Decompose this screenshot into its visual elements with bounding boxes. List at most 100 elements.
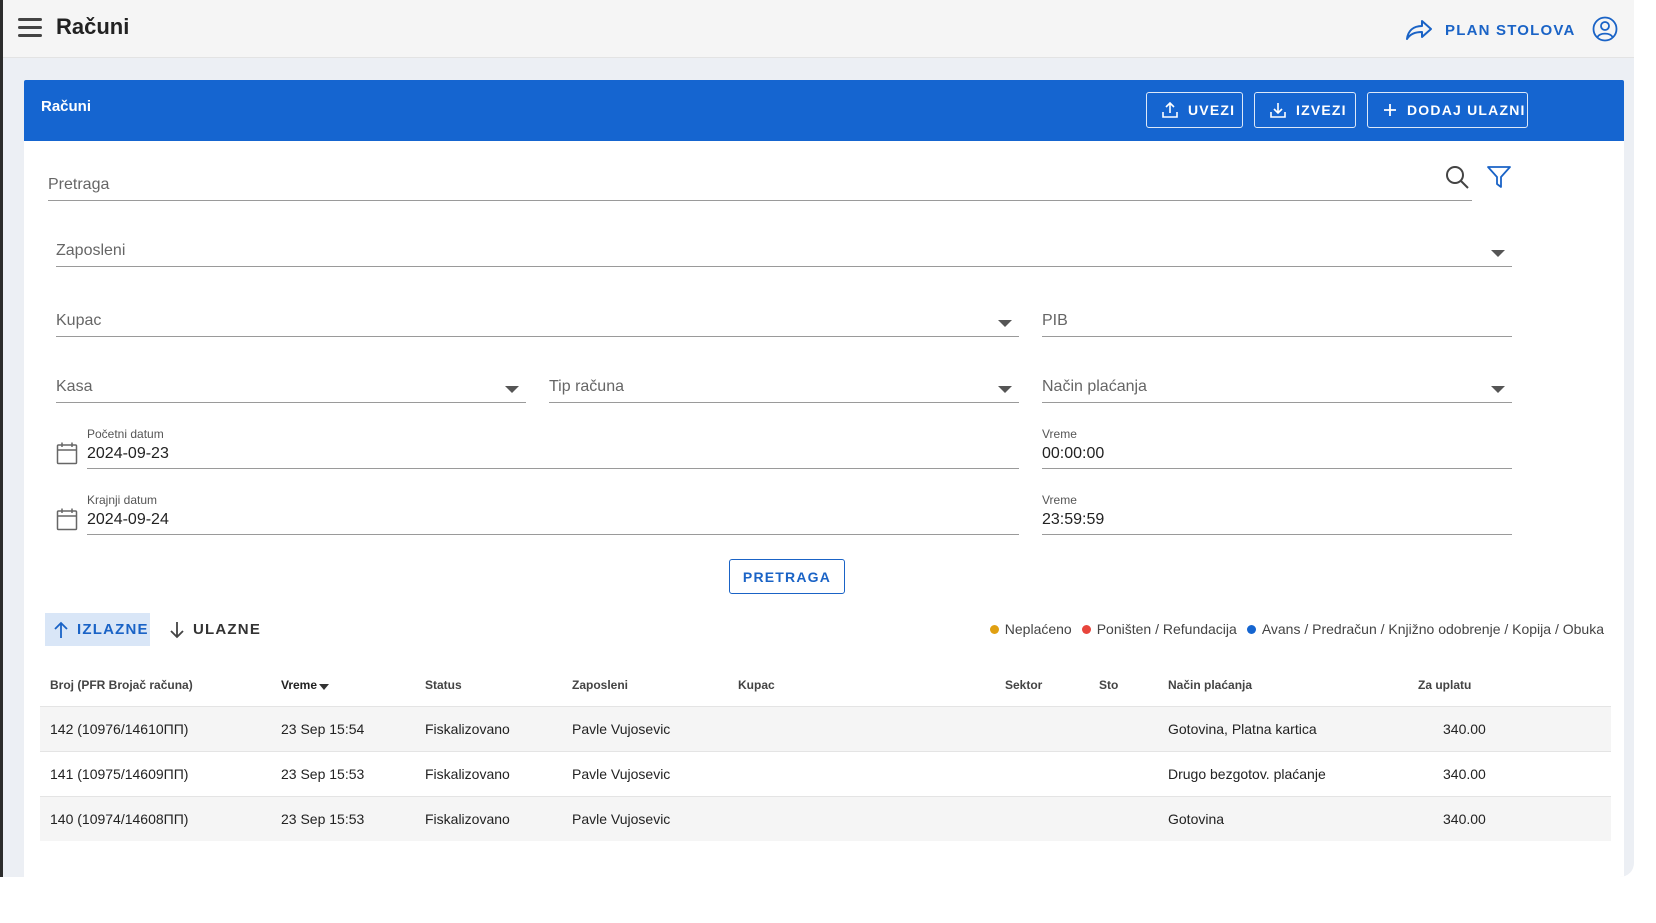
- invoices-card: Računi UVEZI IZVEZI DODAJ ULAZNI Pretrag…: [24, 80, 1624, 877]
- payment-method-underline: [1042, 402, 1512, 403]
- start-date-label: Početni datum: [87, 427, 164, 441]
- register-select[interactable]: Kasa: [56, 378, 92, 396]
- legend-item-cancelled: Poništen / Refundacija: [1081, 621, 1237, 637]
- start-time-label: Vreme: [1042, 427, 1077, 441]
- customer-underline: [56, 336, 1019, 337]
- tab-outgoing[interactable]: IZLAZNE: [45, 613, 150, 646]
- calendar-icon[interactable]: [56, 507, 78, 531]
- start-date-underline: [87, 468, 1019, 469]
- menu-icon[interactable]: [18, 18, 42, 40]
- filter-icon[interactable]: [1486, 164, 1512, 190]
- import-button[interactable]: UVEZI: [1146, 92, 1243, 128]
- invoice-type-underline: [549, 402, 1019, 403]
- download-icon: [1270, 103, 1286, 118]
- customer-dropdown-icon[interactable]: [998, 320, 1012, 327]
- cell-amount: 340.00: [1443, 811, 1486, 827]
- search-icon[interactable]: [1444, 164, 1470, 190]
- cell-employee: Pavle Vujosevic: [572, 811, 671, 827]
- column-header-table[interactable]: Sto: [1099, 678, 1118, 692]
- cell-payment: Drugo bezgotov. plaćanje: [1168, 766, 1326, 782]
- plan-stolova-button[interactable]: PLAN STOLOVA: [1405, 15, 1576, 45]
- legend-label: Avans / Predračun / Knjižno odobrenje / …: [1261, 621, 1604, 637]
- column-header-status[interactable]: Status: [425, 678, 462, 692]
- start-date-input[interactable]: 2024-09-23: [87, 445, 169, 463]
- pib-underline: [1042, 336, 1512, 337]
- pib-input[interactable]: PIB: [1042, 312, 1068, 330]
- register-underline: [56, 402, 526, 403]
- cell-payment: Gotovina, Platna kartica: [1168, 721, 1317, 737]
- legend-label: Neplaćeno: [1004, 621, 1072, 637]
- column-header-amount[interactable]: Za uplatu: [1418, 678, 1471, 692]
- app-window: Računi PLAN STOLOVA Računi UVEZI IZVEZI …: [0, 0, 1634, 877]
- card-title: Računi: [41, 98, 92, 115]
- cell-time: 23 Sep 15:53: [281, 766, 365, 782]
- column-header-time-label: Vreme: [281, 678, 318, 692]
- end-date-label: Krajnji datum: [87, 493, 158, 507]
- employee-underline: [56, 266, 1512, 267]
- arrow-up-icon: [54, 621, 68, 638]
- legend-dot: [989, 624, 999, 634]
- status-legend: Neplaćeno Poništen / Refundacija Avans /…: [980, 621, 1604, 637]
- add-incoming-button[interactable]: DODAJ ULAZNI: [1367, 92, 1528, 128]
- cell-number: 141 (10975/14609ПП): [50, 766, 189, 782]
- plan-stolova-label: PLAN STOLOVA: [1445, 21, 1576, 39]
- end-time-input[interactable]: 23:59:59: [1042, 511, 1104, 529]
- employee-dropdown-icon[interactable]: [1491, 250, 1505, 257]
- employee-select[interactable]: Zaposleni: [56, 242, 125, 260]
- cell-number: 140 (10974/14608ПП): [50, 811, 189, 827]
- table-row[interactable]: 142 (10976/14610ПП) 23 Sep 15:54 Fiskali…: [40, 706, 1611, 751]
- start-time-underline: [1042, 468, 1512, 469]
- cell-status: Fiskalizovano: [425, 811, 510, 827]
- add-incoming-label: DODAJ ULAZNI: [1407, 102, 1526, 118]
- cell-employee: Pavle Vujosevic: [572, 721, 671, 737]
- page-title: Računi: [56, 14, 130, 39]
- arrow-down-icon: [170, 621, 184, 638]
- cell-time: 23 Sep 15:53: [281, 811, 365, 827]
- payment-method-dropdown-icon[interactable]: [1491, 386, 1505, 393]
- legend-dot: [1246, 624, 1256, 634]
- legend-item-advance: Avans / Predračun / Knjižno odobrenje / …: [1246, 621, 1604, 637]
- cell-employee: Pavle Vujosevic: [572, 766, 671, 782]
- register-dropdown-icon[interactable]: [505, 386, 519, 393]
- sort-desc-icon: [319, 684, 330, 690]
- card-header: Računi UVEZI IZVEZI DODAJ ULAZNI: [24, 80, 1624, 141]
- export-label: IZVEZI: [1296, 102, 1347, 118]
- column-header-sector[interactable]: Sektor: [1005, 678, 1042, 692]
- legend-label: Poništen / Refundacija: [1096, 621, 1237, 637]
- invoice-type-select[interactable]: Tip računa: [549, 378, 624, 396]
- invoice-type-dropdown-icon[interactable]: [998, 386, 1012, 393]
- calendar-icon[interactable]: [56, 441, 78, 465]
- cell-time: 23 Sep 15:54: [281, 721, 365, 737]
- end-time-label: Vreme: [1042, 493, 1077, 507]
- column-header-employee[interactable]: Zaposleni: [572, 678, 628, 692]
- search-underline: [48, 200, 1472, 201]
- table-row[interactable]: 141 (10975/14609ПП) 23 Sep 15:53 Fiskali…: [40, 751, 1611, 796]
- end-date-underline: [87, 534, 1019, 535]
- end-date-input[interactable]: 2024-09-24: [87, 511, 169, 529]
- account-icon[interactable]: [1592, 16, 1618, 47]
- column-header-payment[interactable]: Način plaćanja: [1168, 678, 1252, 692]
- start-time-input[interactable]: 00:00:00: [1042, 445, 1104, 463]
- tab-incoming-label: ULAZNE: [193, 621, 262, 638]
- plus-icon: [1384, 104, 1396, 116]
- column-header-time[interactable]: Vreme: [281, 678, 330, 692]
- cell-number: 142 (10976/14610ПП): [50, 721, 189, 737]
- upload-icon: [1162, 101, 1178, 118]
- viewport: Računi PLAN STOLOVA Računi UVEZI IZVEZI …: [0, 0, 1656, 923]
- cell-status: Fiskalizovano: [425, 721, 510, 737]
- cell-payment: Gotovina: [1168, 811, 1225, 827]
- column-header-number[interactable]: Broj (PFR Brojač računa): [50, 678, 193, 692]
- top-app-bar: Računi PLAN STOLOVA: [3, 0, 1634, 58]
- payment-method-select[interactable]: Način plaćanja: [1042, 378, 1147, 396]
- cell-amount: 340.00: [1443, 721, 1486, 737]
- search-button[interactable]: PRETRAGA: [729, 559, 845, 594]
- export-button[interactable]: IZVEZI: [1254, 92, 1356, 128]
- customer-select[interactable]: Kupac: [56, 312, 101, 330]
- cell-status: Fiskalizovano: [425, 766, 510, 782]
- legend-item-unpaid: Neplaćeno: [989, 621, 1072, 637]
- search-input[interactable]: Pretraga: [48, 176, 109, 194]
- tab-incoming[interactable]: ULAZNE: [161, 613, 271, 646]
- column-header-customer[interactable]: Kupac: [738, 678, 775, 692]
- share-arrow-icon: [1406, 20, 1432, 40]
- table-row[interactable]: 140 (10974/14608ПП) 23 Sep 15:53 Fiskali…: [40, 796, 1611, 841]
